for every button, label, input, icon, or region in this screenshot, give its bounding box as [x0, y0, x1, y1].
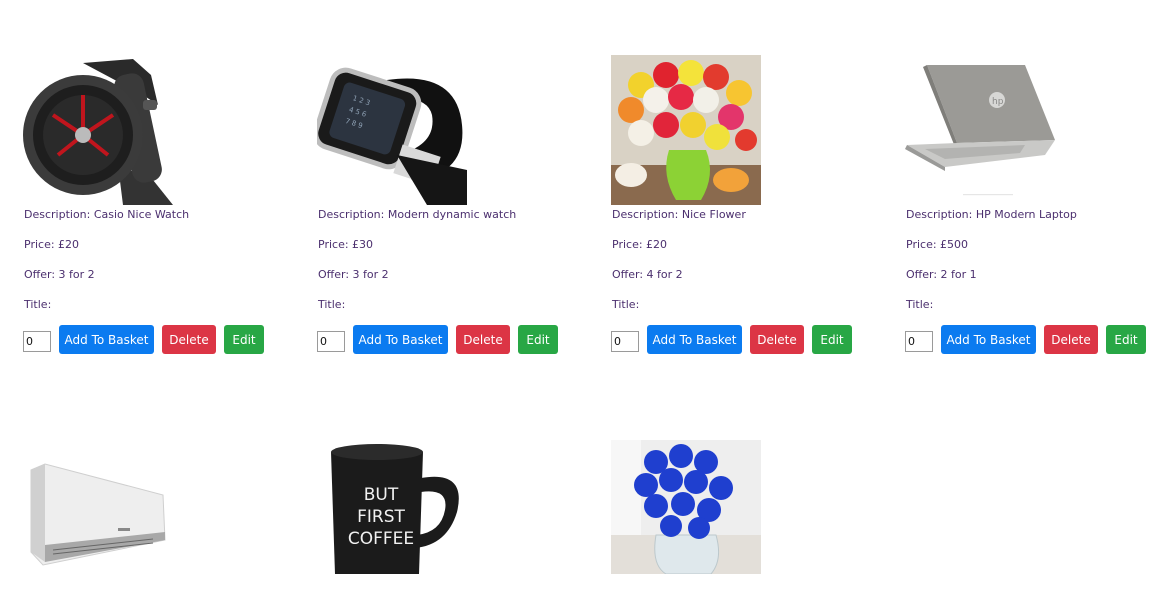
add-to-basket-button[interactable]: Add To Basket: [647, 325, 742, 354]
delete-button[interactable]: Delete: [1044, 325, 1098, 354]
product-card: Description: Casio Nice Watch Price: £20…: [23, 55, 283, 354]
product-actions: Add To Basket Delete Edit: [23, 325, 264, 354]
mug-text-line-1: BUT: [364, 485, 399, 505]
product-actions: Add To Basket Delete Edit: [611, 325, 852, 354]
add-to-basket-button[interactable]: Add To Basket: [59, 325, 154, 354]
mug-text-line-3: COFFEE: [348, 529, 414, 549]
product-card: [611, 440, 871, 590]
product-description: Description: HP Modern Laptop: [906, 208, 1077, 221]
add-to-basket-button[interactable]: Add To Basket: [941, 325, 1036, 354]
laptop-image: hp: [905, 55, 1055, 205]
product-card: Description: Nice Flower Price: £20 Offe…: [611, 55, 871, 354]
product-offer: Offer: 3 for 2: [318, 268, 389, 281]
mug-image: BUT FIRST COFFEE: [317, 440, 467, 590]
product-price: Price: £20: [24, 238, 80, 251]
watch-image: [23, 55, 173, 205]
quantity-input[interactable]: [905, 330, 933, 352]
edit-button[interactable]: Edit: [1106, 325, 1146, 354]
product-title: Title:: [24, 298, 52, 311]
quantity-input[interactable]: [317, 330, 345, 352]
product-description: Description: Nice Flower: [612, 208, 746, 221]
smartwatch-image: 1 2 3 4 5 6 7 8 9: [317, 55, 467, 205]
product-title: Title:: [612, 298, 640, 311]
product-price: Price: £30: [318, 238, 374, 251]
product-offer: Offer: 4 for 2: [612, 268, 683, 281]
roses-image: [611, 55, 761, 205]
blue-roses-image: [611, 440, 761, 590]
product-actions: Add To Basket Delete Edit: [317, 325, 558, 354]
edit-button[interactable]: Edit: [224, 325, 264, 354]
product-price: Price: £20: [612, 238, 668, 251]
delete-button[interactable]: Delete: [750, 325, 804, 354]
quantity-input[interactable]: [23, 330, 51, 352]
delete-button[interactable]: Delete: [162, 325, 216, 354]
quantity-input[interactable]: [611, 330, 639, 352]
product-card: [23, 440, 283, 590]
mug-text-line-2: FIRST: [357, 507, 405, 527]
product-title: Title:: [906, 298, 934, 311]
product-actions: Add To Basket Delete Edit: [905, 325, 1146, 354]
air-conditioner-image: [23, 440, 173, 590]
edit-button[interactable]: Edit: [812, 325, 852, 354]
product-card: BUT FIRST COFFEE: [317, 440, 577, 590]
product-title: Title:: [318, 298, 346, 311]
product-card: hp Description: HP Modern Laptop Price: …: [905, 55, 1165, 354]
product-offer: Offer: 2 for 1: [906, 268, 977, 281]
product-card: 1 2 3 4 5 6 7 8 9 Description: Modern dy…: [317, 55, 577, 354]
product-price: Price: £500: [906, 238, 969, 251]
delete-button[interactable]: Delete: [456, 325, 510, 354]
product-offer: Offer: 3 for 2: [24, 268, 95, 281]
product-description: Description: Casio Nice Watch: [24, 208, 190, 221]
svg-text:hp: hp: [992, 97, 1004, 107]
product-description: Description: Modern dynamic watch: [318, 208, 517, 221]
add-to-basket-button[interactable]: Add To Basket: [353, 325, 448, 354]
edit-button[interactable]: Edit: [518, 325, 558, 354]
